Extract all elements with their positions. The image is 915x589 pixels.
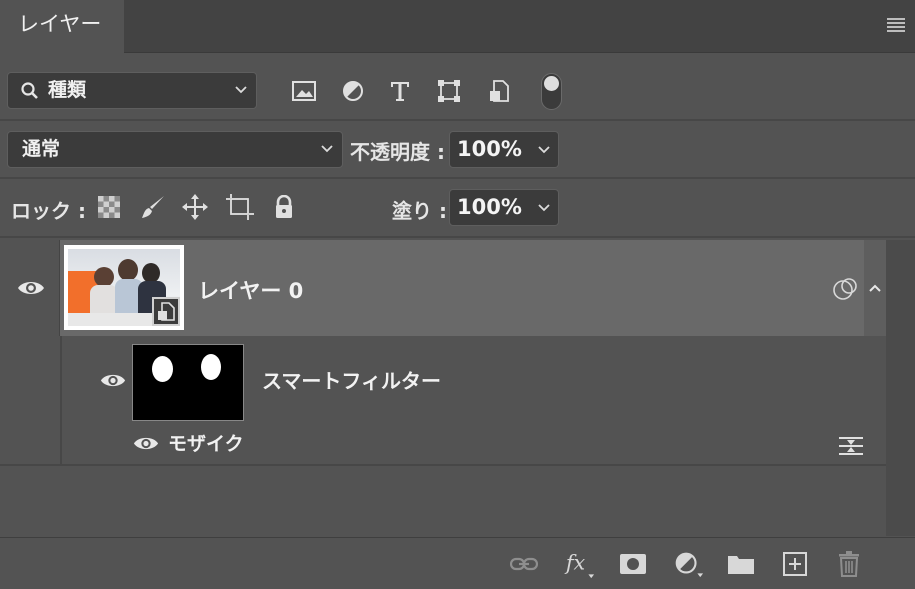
opacity-label: 不透明度 : — [350, 140, 445, 164]
lock-artboard-icon[interactable] — [226, 193, 254, 221]
opacity-input[interactable]: 100% — [449, 131, 531, 168]
image-filter-icon[interactable] — [291, 78, 317, 104]
smart-object-badge-icon — [158, 302, 175, 321]
lock-all-icon[interactable] — [270, 193, 298, 221]
new-layer-icon[interactable] — [779, 548, 811, 580]
fill-label: 塗り : — [392, 199, 447, 223]
search-icon — [21, 82, 38, 99]
divider — [0, 177, 915, 179]
divider — [60, 336, 62, 465]
eye-icon[interactable] — [133, 435, 159, 452]
chevron-down-icon — [538, 204, 550, 212]
lock-transparent-pixels-icon[interactable] — [95, 193, 123, 221]
filter-kind-label: 種類 — [48, 79, 87, 101]
filter-name[interactable]: モザイク — [168, 429, 244, 456]
smart-object-filter-icon[interactable] — [486, 78, 512, 104]
adjustment-layer-icon[interactable] — [672, 548, 704, 580]
filter-mask-thumbnail[interactable] — [132, 344, 244, 421]
add-mask-icon[interactable] — [617, 548, 649, 580]
eye-icon[interactable] — [17, 279, 45, 297]
filter-blending-options-icon[interactable] — [838, 436, 864, 456]
divider — [0, 119, 915, 121]
smart-filter-indicator-icon — [833, 278, 857, 300]
layer-thumbnail[interactable] — [64, 245, 184, 330]
blend-mode-dropdown[interactable]: 通常 — [7, 131, 343, 168]
shape-filter-icon[interactable] — [436, 78, 462, 104]
opacity-dropdown-button[interactable] — [530, 131, 559, 168]
fill-dropdown-button[interactable] — [530, 189, 559, 226]
fill-input[interactable]: 100% — [449, 189, 531, 226]
adjustment-filter-icon[interactable] — [340, 78, 366, 104]
tab-layers[interactable]: レイヤー — [0, 0, 124, 53]
smart-filters-label[interactable]: スマートフィルター — [262, 365, 441, 394]
fx-icon[interactable]: fx — [563, 548, 595, 580]
delete-icon[interactable] — [833, 548, 865, 580]
filter-toggle-icon[interactable] — [541, 73, 562, 110]
lock-image-pixels-icon[interactable] — [139, 193, 167, 221]
chevron-down-icon — [321, 145, 333, 153]
link-layers-icon[interactable] — [508, 548, 540, 580]
layer-name[interactable]: レイヤー 0 — [198, 275, 303, 305]
type-filter-icon[interactable] — [387, 78, 413, 104]
blend-mode-label: 通常 — [22, 138, 61, 160]
chevron-down-icon — [538, 146, 550, 154]
collapse-filters-button[interactable] — [864, 240, 886, 336]
filter-kind-dropdown[interactable]: 種類 — [7, 72, 257, 109]
chevron-up-icon — [869, 284, 881, 292]
new-group-icon[interactable] — [725, 548, 757, 580]
panel-footer — [0, 537, 915, 589]
hamburger-menu-icon[interactable] — [887, 18, 905, 32]
chevron-down-icon — [235, 86, 247, 94]
scrollbar[interactable] — [886, 240, 915, 536]
eye-icon[interactable] — [100, 372, 126, 389]
divider — [0, 236, 915, 238]
lock-position-icon[interactable] — [181, 193, 209, 221]
panel-tab-bar — [0, 0, 915, 53]
svg-text:fx: fx — [564, 551, 586, 575]
divider — [0, 464, 886, 466]
lock-label: ロック : — [11, 199, 86, 223]
